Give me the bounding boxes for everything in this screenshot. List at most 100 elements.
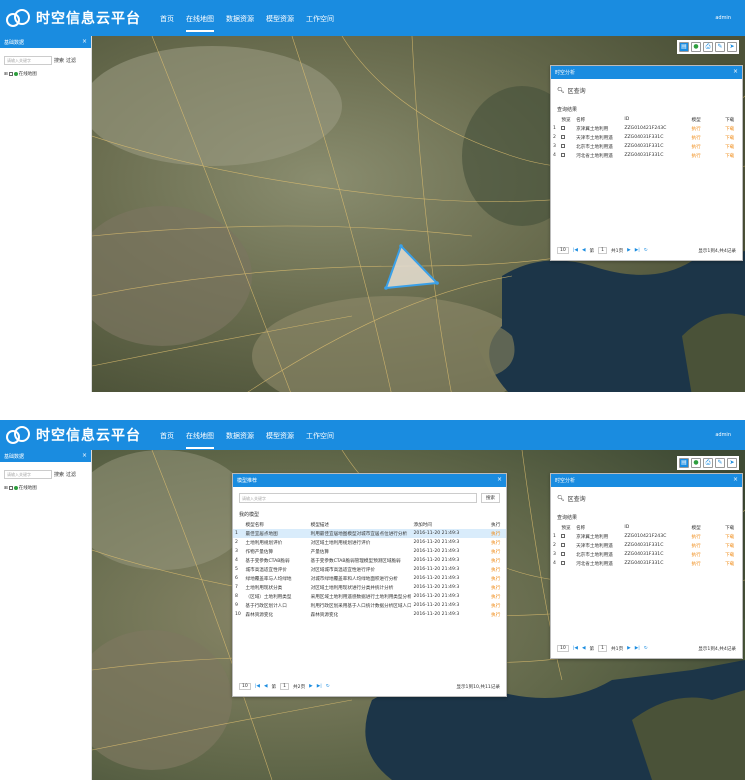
download-link[interactable]: 下载 (723, 133, 742, 142)
execute-link[interactable]: 执行 (489, 592, 506, 601)
page-input[interactable]: 1 (598, 247, 608, 254)
table-row[interactable]: 1 最佳宜居点地图 利用最佳宜居地图模型对城市宜居点位进行分析 2016-11-20 … (233, 529, 506, 538)
table-row[interactable]: 7 土地利用现状分类 对区域土地利用现状进行分类并统计分析 2016-11-20 21… (233, 583, 506, 592)
logo[interactable]: 时空信息云平台 (6, 8, 141, 28)
download-link[interactable]: 下载 (723, 541, 742, 550)
filter-button[interactable]: 过滤 (66, 57, 76, 64)
close-icon[interactable]: × (82, 452, 87, 459)
row-checkbox[interactable] (561, 542, 566, 547)
layers-icon[interactable]: ▤ (679, 42, 689, 52)
pointer-icon[interactable]: ➤ (727, 42, 737, 52)
search-button[interactable]: 搜索 (54, 57, 64, 64)
refresh-icon[interactable]: ↻ (326, 684, 330, 689)
tree-item[interactable]: ⊞ 在线地图 (0, 69, 91, 79)
page-size-select[interactable]: 10 (239, 683, 251, 690)
download-link[interactable]: 下载 (723, 559, 742, 568)
draw-icon[interactable]: ✎ (715, 42, 725, 52)
table-row[interactable]: 3 作物产量估算 产量估算 2016-11-20 21:49:3 执行 (233, 547, 506, 556)
nav-model-resources[interactable]: 模型资源 (266, 14, 294, 32)
tree-item[interactable]: ⊞ 在线地图 (0, 483, 91, 493)
expand-icon[interactable]: ⊞ (4, 486, 8, 491)
first-page-icon[interactable]: |◀ (573, 248, 578, 253)
table-row[interactable]: 10 森林资源变化 森林资源变化 2016-11-20 21:49:3 执行 (233, 610, 506, 619)
table-row[interactable]: 9 基于行政区划计人口 利用行政区划采用基于人口统计数据分析区域人口 2016-11-… (233, 601, 506, 610)
search-input[interactable]: 请输入关键字 (4, 56, 52, 65)
page-input[interactable]: 1 (598, 645, 608, 652)
page-size-select[interactable]: 10 (557, 247, 569, 254)
print-icon[interactable]: ⎙ (703, 42, 713, 52)
download-link[interactable]: 下载 (723, 142, 742, 151)
nav-model-resources[interactable]: 模型资源 (266, 431, 294, 449)
checkbox[interactable] (8, 486, 13, 490)
close-icon[interactable]: × (82, 38, 87, 45)
download-link[interactable]: 下载 (723, 151, 742, 160)
nav-data-resources[interactable]: 数据资源 (226, 14, 254, 32)
globe-icon[interactable]: ● (691, 42, 701, 52)
logo[interactable]: 时空信息云平台 (6, 425, 141, 445)
search-button[interactable]: 搜索 (54, 471, 64, 478)
last-page-icon[interactable]: ▶| (317, 684, 322, 689)
close-icon[interactable]: × (733, 476, 738, 483)
execute-link[interactable]: 执行 (489, 529, 506, 538)
model-search-input[interactable]: 请输入关键字 (239, 493, 477, 503)
execute-link[interactable]: 执行 (690, 532, 724, 541)
nav-workspace[interactable]: 工作空间 (306, 14, 334, 32)
table-row[interactable]: 6 绿地覆盖率与人均绿地 对城市绿地覆盖率和人均绿地面积进行分析 2016-11-20… (233, 574, 506, 583)
nav-online-map[interactable]: 在线地图 (186, 14, 214, 32)
table-row[interactable]: 8 （区域）土地利用类型 采用区域土地利用遥感数据进行土地利用类型分析 2016-11… (233, 592, 506, 601)
print-icon[interactable]: ⎙ (703, 458, 713, 468)
download-link[interactable]: 下载 (723, 550, 742, 559)
execute-link[interactable]: 执行 (690, 133, 724, 142)
globe-icon[interactable]: ● (691, 458, 701, 468)
next-page-icon[interactable]: ▶ (309, 684, 313, 689)
execute-link[interactable]: 执行 (489, 565, 506, 574)
user-name[interactable]: admin (715, 15, 731, 21)
nav-data-resources[interactable]: 数据资源 (226, 431, 254, 449)
nav-home[interactable]: 首页 (160, 431, 174, 449)
last-page-icon[interactable]: ▶| (635, 646, 640, 651)
nav-online-map[interactable]: 在线地图 (186, 431, 214, 449)
first-page-icon[interactable]: |◀ (573, 646, 578, 651)
next-page-icon[interactable]: ▶ (627, 248, 631, 253)
user-name[interactable]: admin (715, 432, 731, 438)
execute-link[interactable]: 执行 (690, 541, 724, 550)
pointer-icon[interactable]: ➤ (727, 458, 737, 468)
execute-link[interactable]: 执行 (690, 559, 724, 568)
prev-page-icon[interactable]: ◀ (264, 684, 268, 689)
close-icon[interactable]: × (497, 476, 502, 483)
checkbox[interactable] (8, 72, 13, 76)
first-page-icon[interactable]: |◀ (255, 684, 260, 689)
table-row[interactable]: 4 基于变参数CTAB脆弱 基于变参数CTAB脆弱管理模型预测区域脆弱 2016-11… (233, 556, 506, 565)
layers-icon[interactable]: ▤ (679, 458, 689, 468)
execute-link[interactable]: 执行 (690, 151, 724, 160)
table-row[interactable]: 2 土地利用规划评价 对区域土地利用规划进行评价 2016-11-20 21:49:3… (233, 538, 506, 547)
next-page-icon[interactable]: ▶ (627, 646, 631, 651)
download-link[interactable]: 下载 (723, 532, 742, 541)
filter-button[interactable]: 过滤 (66, 471, 76, 478)
page-input[interactable]: 1 (280, 683, 290, 690)
refresh-icon[interactable]: ↻ (644, 646, 648, 651)
row-checkbox[interactable] (561, 533, 566, 538)
row-checkbox[interactable] (561, 551, 566, 556)
execute-link[interactable]: 执行 (690, 142, 724, 151)
prev-page-icon[interactable]: ◀ (582, 646, 586, 651)
row-checkbox[interactable] (561, 152, 566, 157)
row-checkbox[interactable] (561, 125, 566, 130)
row-checkbox[interactable] (561, 134, 566, 139)
page-size-select[interactable]: 10 (557, 645, 569, 652)
execute-link[interactable]: 执行 (489, 610, 506, 619)
refresh-icon[interactable]: ↻ (644, 248, 648, 253)
search-input[interactable]: 请输入关键字 (4, 470, 52, 479)
draw-icon[interactable]: ✎ (715, 458, 725, 468)
nav-workspace[interactable]: 工作空间 (306, 431, 334, 449)
close-icon[interactable]: × (733, 68, 738, 75)
nav-home[interactable]: 首页 (160, 14, 174, 32)
row-checkbox[interactable] (561, 560, 566, 565)
execute-link[interactable]: 执行 (690, 550, 724, 559)
expand-icon[interactable]: ⊞ (4, 72, 8, 77)
download-link[interactable]: 下载 (723, 124, 742, 133)
last-page-icon[interactable]: ▶| (635, 248, 640, 253)
execute-link[interactable]: 执行 (489, 574, 506, 583)
execute-link[interactable]: 执行 (489, 547, 506, 556)
execute-link[interactable]: 执行 (489, 583, 506, 592)
